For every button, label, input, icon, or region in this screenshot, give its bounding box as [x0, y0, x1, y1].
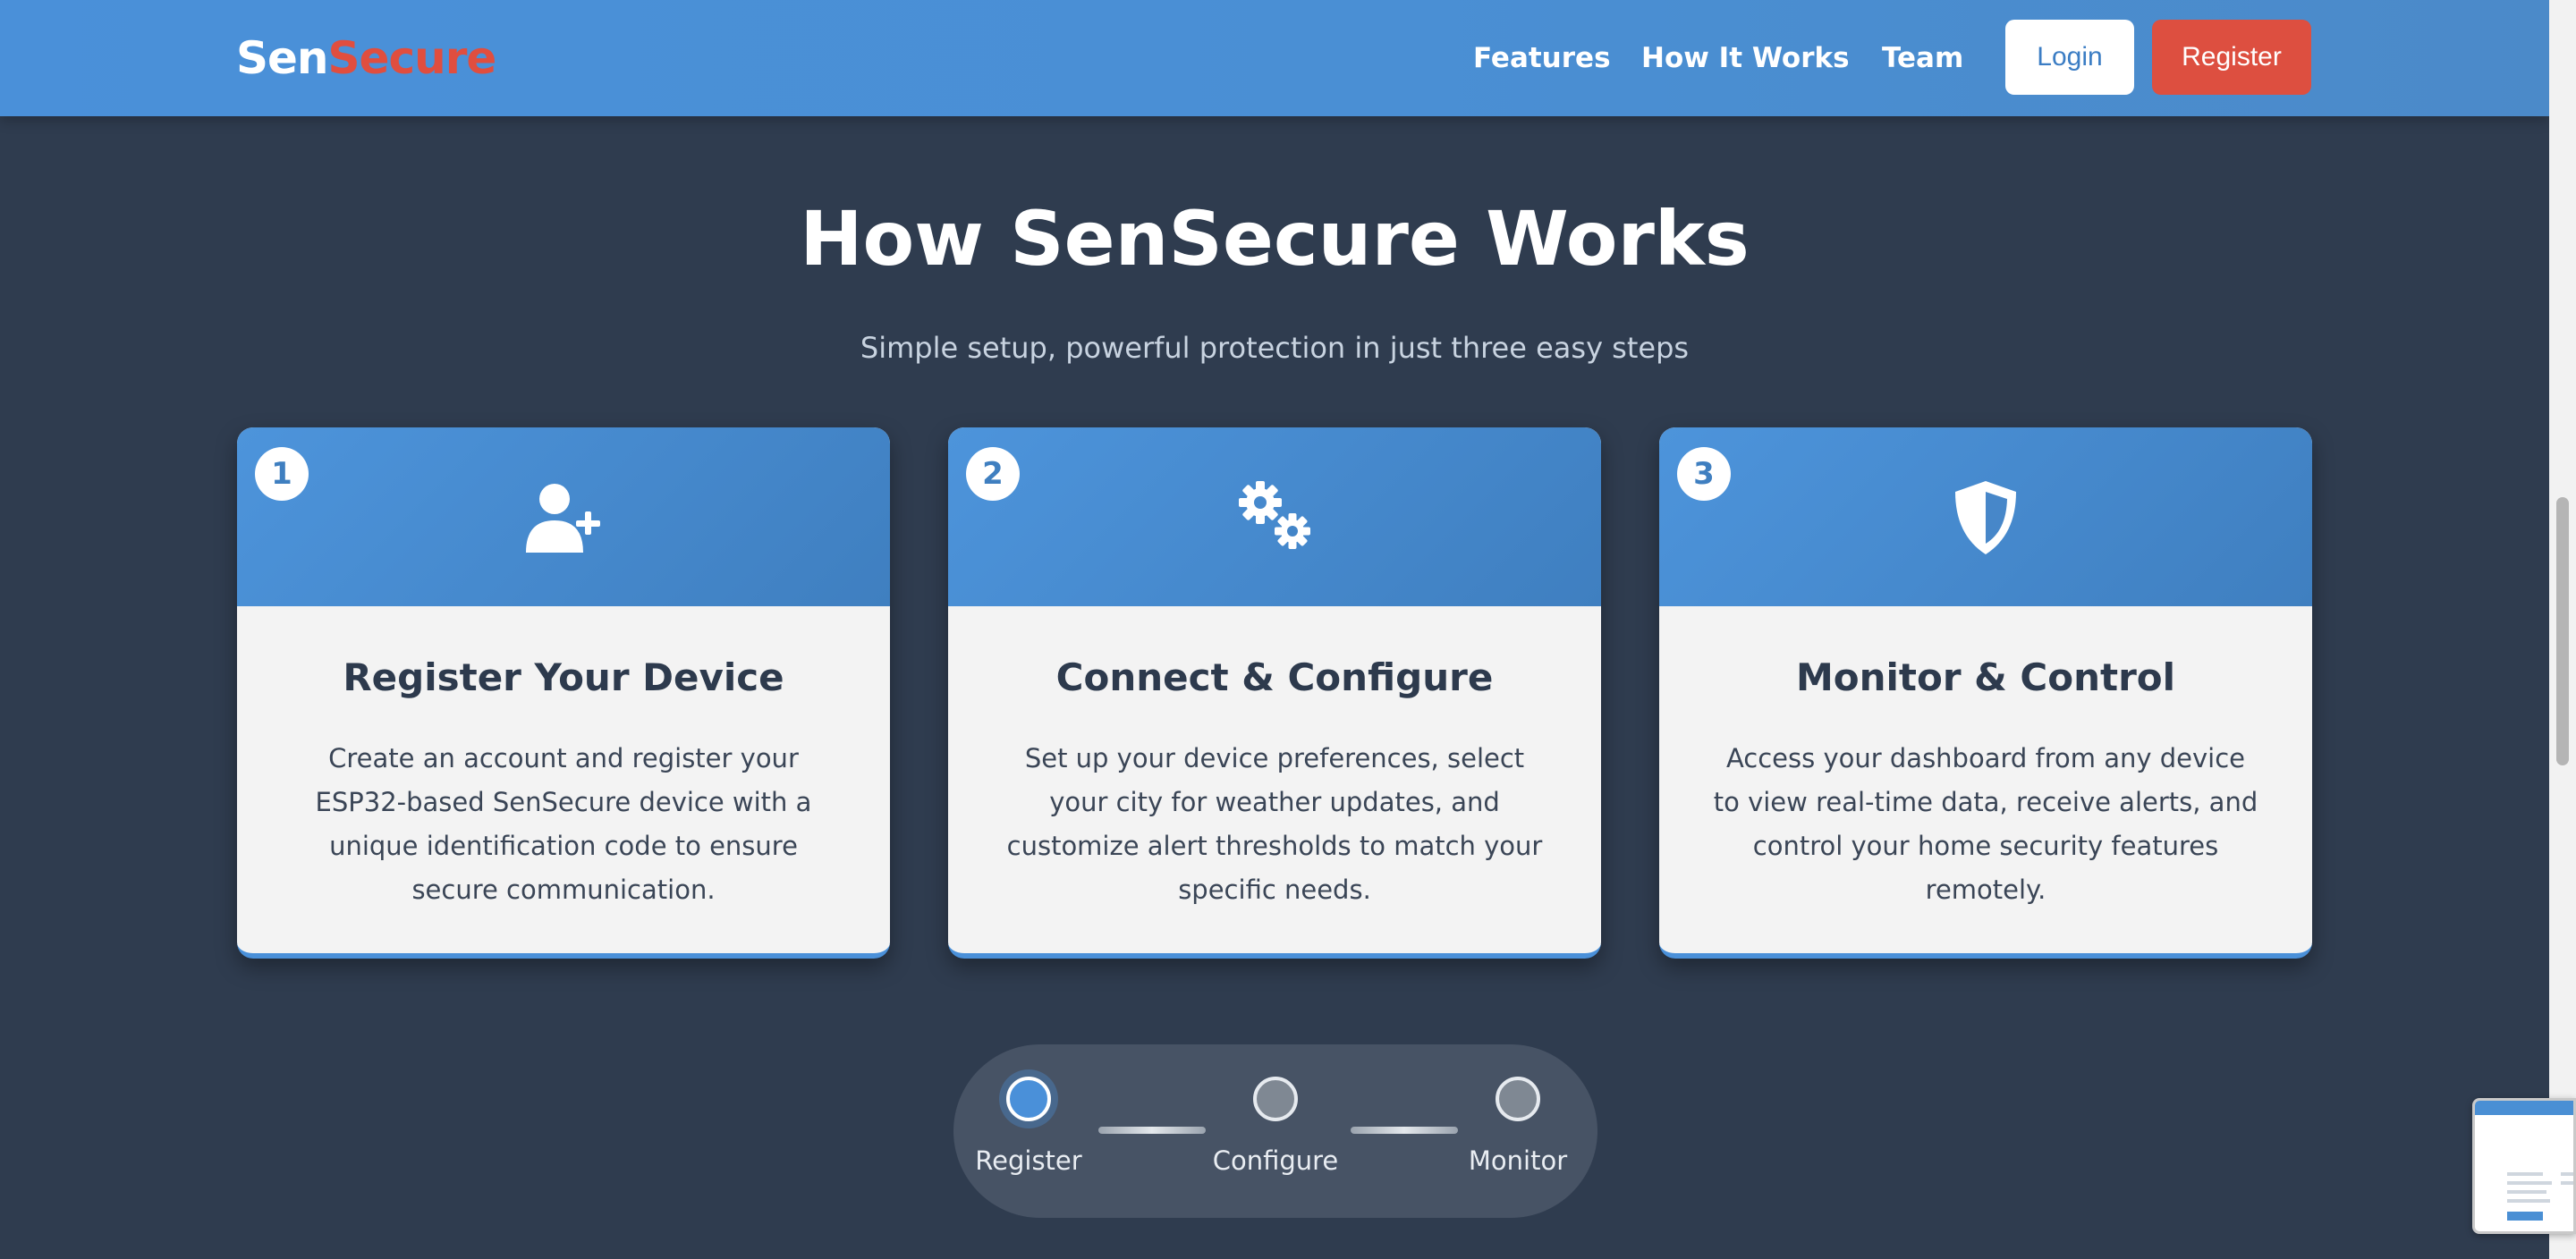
brand-name-part1: Sen [236, 32, 329, 84]
section-title: How SenSecure Works [800, 195, 1750, 283]
brand-name-part2: Secure [327, 32, 497, 84]
step-number-badge: 1 [255, 447, 309, 501]
nav-link-how-it-works[interactable]: How It Works [1641, 36, 1850, 80]
brand-logo[interactable]: SenSecure [236, 27, 496, 89]
step-connector [1351, 1127, 1458, 1134]
section-subtitle: Simple setup, powerful protection in jus… [860, 331, 1690, 365]
step-card-monitor: 3 Monitor & Control Access your dashboar… [1659, 427, 2312, 959]
preview-line [2507, 1199, 2550, 1203]
step-dot-monitor[interactable] [1496, 1077, 1540, 1121]
preview-line [2561, 1172, 2573, 1176]
page-preview-thumbnail[interactable] [2472, 1098, 2576, 1234]
card-description: Set up your device preferences, select y… [1006, 743, 1543, 905]
register-button[interactable]: Register [2152, 20, 2311, 95]
step-connector [1098, 1127, 1206, 1134]
step-dot-register[interactable] [1006, 1077, 1051, 1121]
step-label-monitor: Monitor [1468, 1145, 1568, 1176]
nav-link-features[interactable]: Features [1473, 36, 1611, 80]
preview-line [2507, 1181, 2552, 1185]
step-label-configure: Configure [1212, 1145, 1339, 1176]
card-description: Create an account and register your ESP3… [315, 743, 812, 905]
step-number-badge: 2 [966, 447, 1020, 501]
card-header: 1 [237, 427, 890, 606]
card-description: Access your dashboard from any device to… [1713, 743, 2258, 905]
login-button[interactable]: Login [2005, 20, 2134, 95]
step-dot-configure[interactable] [1253, 1077, 1298, 1121]
card-header: 2 [948, 427, 1601, 606]
step-number-badge: 3 [1677, 447, 1731, 501]
gears-icon [1239, 481, 1310, 549]
step-card-configure: 2 Connect & Configure Set up your device… [948, 427, 1601, 959]
progress-stepper: Register Configure Monitor [953, 1044, 1597, 1218]
preview-button [2507, 1212, 2543, 1221]
user-plus-icon [526, 484, 600, 553]
card-title: Monitor & Control [1795, 655, 2176, 699]
preview-line [2561, 1181, 2573, 1185]
card-title: Register Your Device [343, 655, 784, 699]
step-label-register: Register [975, 1145, 1082, 1176]
step-card-register: 1 Register Your Device Create an account… [237, 427, 890, 959]
shield-icon [1955, 481, 2016, 554]
navbar: SenSecure Features How It Works Team Log… [0, 0, 2549, 116]
scrollbar-thumb[interactable] [2556, 497, 2569, 765]
page: SenSecure Features How It Works Team Log… [0, 0, 2576, 1259]
nav-link-team[interactable]: Team [1882, 36, 1963, 80]
preview-line [2507, 1172, 2543, 1176]
card-title: Connect & Configure [1055, 655, 1494, 699]
preview-line [2507, 1190, 2546, 1194]
preview-header [2475, 1101, 2573, 1115]
card-header: 3 [1659, 427, 2312, 606]
